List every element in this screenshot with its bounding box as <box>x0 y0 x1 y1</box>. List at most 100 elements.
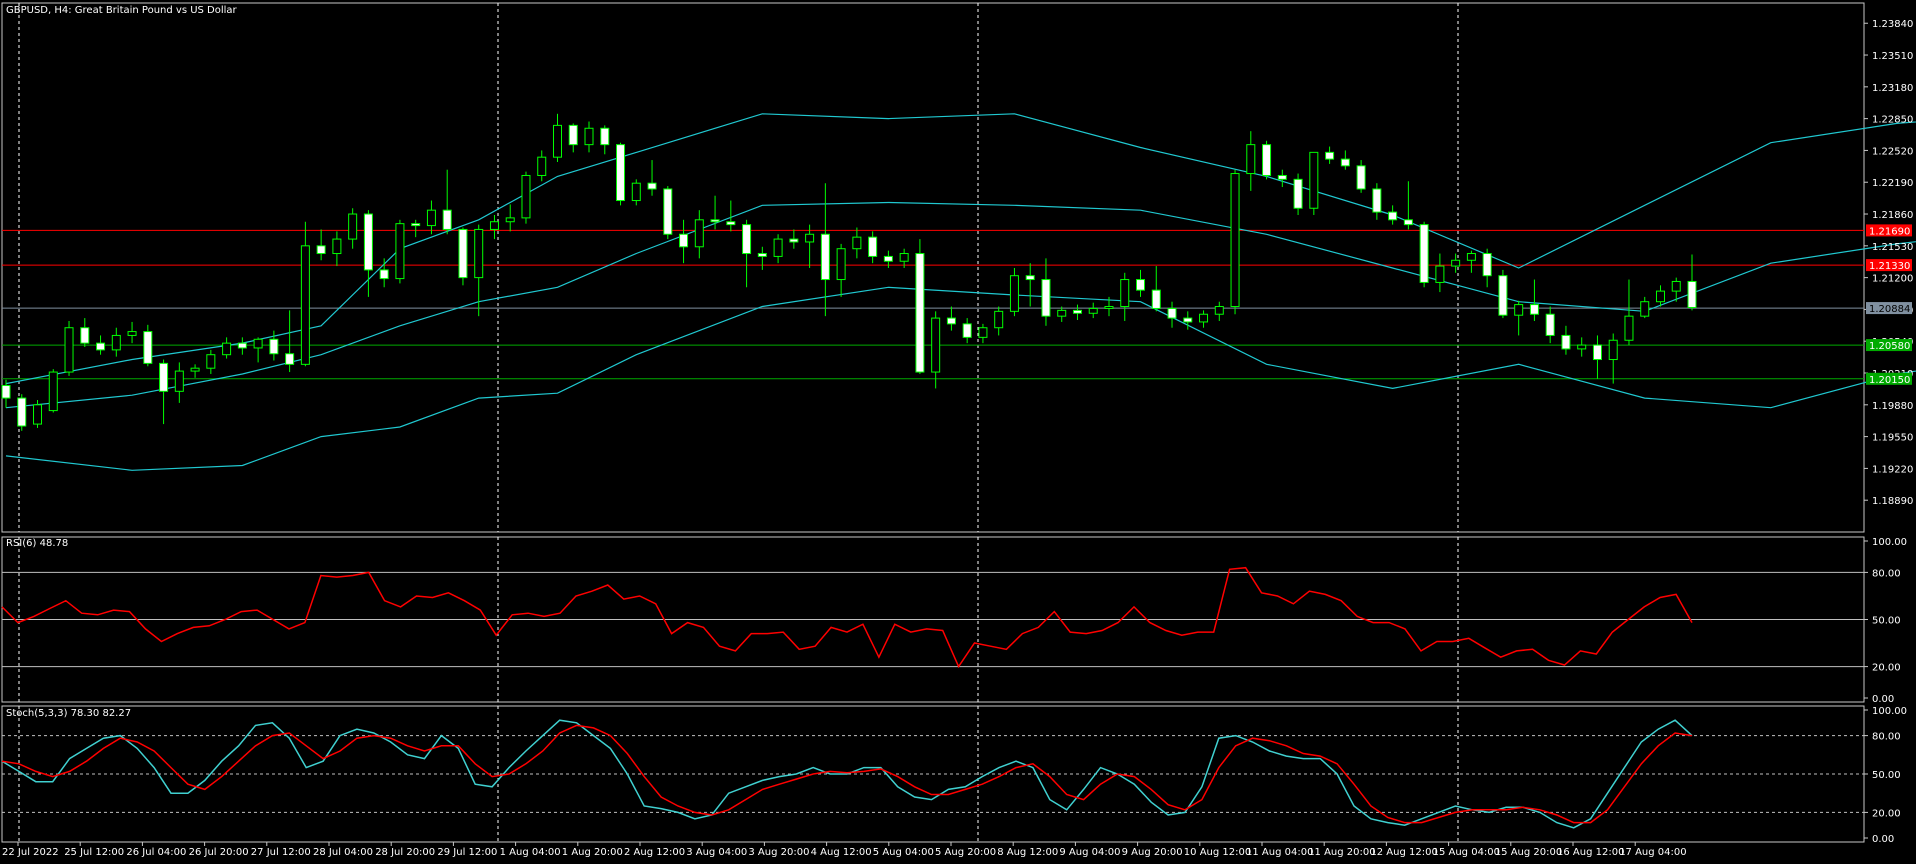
candle-bullish[interactable] <box>64 327 74 373</box>
candle-bearish[interactable] <box>946 317 956 325</box>
candle-bullish[interactable] <box>1120 279 1130 308</box>
candle-bearish[interactable] <box>17 397 27 427</box>
candle-bullish[interactable] <box>694 219 704 248</box>
candle-bearish[interactable] <box>726 221 736 226</box>
candle-bullish[interactable] <box>190 367 200 372</box>
candle-bullish[interactable] <box>300 245 310 365</box>
candle-bullish[interactable] <box>48 371 58 412</box>
trading-chart-window[interactable]: 1.23840 1.23510 1.23180 1.22850 1.22520 1.221… <box>0 0 1916 860</box>
candle-bullish[interactable] <box>332 238 342 255</box>
candle-bearish[interactable] <box>616 144 626 202</box>
candle-bullish[interactable] <box>505 217 515 223</box>
candle-bearish[interactable] <box>1072 309 1082 314</box>
candle-bullish[interactable] <box>978 327 988 338</box>
candle-bullish[interactable] <box>994 310 1004 329</box>
candle-bearish[interactable] <box>1183 317 1193 323</box>
candle-bearish[interactable] <box>80 327 90 344</box>
candle-bearish[interactable] <box>1167 307 1177 319</box>
candle-bullish[interactable] <box>1230 173 1240 308</box>
candle-bullish[interactable] <box>395 223 405 280</box>
candle-bearish[interactable] <box>1293 178 1303 209</box>
candle-bullish[interactable] <box>1640 301 1650 317</box>
candle-bearish[interactable] <box>1262 144 1272 176</box>
candle-bullish[interactable] <box>127 331 137 336</box>
candle-bearish[interactable] <box>269 338 279 355</box>
candle-bullish[interactable] <box>1246 144 1256 175</box>
candle-bullish[interactable] <box>222 342 232 356</box>
candle-bullish[interactable] <box>931 317 941 373</box>
candle-bearish[interactable] <box>316 245 326 255</box>
candle-bearish[interactable] <box>915 253 925 373</box>
candle-bullish[interactable] <box>1466 253 1476 261</box>
candle-bearish[interactable] <box>1 385 11 399</box>
candle-bullish[interactable] <box>174 370 184 392</box>
chart-canvas[interactable]: 1.23840 1.23510 1.23180 1.22850 1.22520 1.221… <box>0 0 1916 860</box>
candle-bullish[interactable] <box>1671 280 1681 292</box>
candle-bullish[interactable] <box>552 124 562 158</box>
candle-bearish[interactable] <box>363 213 373 271</box>
candle-bearish[interactable] <box>96 342 106 351</box>
candle-bullish[interactable] <box>426 209 436 227</box>
candle-bullish[interactable] <box>1655 290 1665 303</box>
candle-bullish[interactable] <box>111 334 121 351</box>
candle-bearish[interactable] <box>1482 253 1492 277</box>
candle-bearish[interactable] <box>568 124 578 146</box>
candle-bearish[interactable] <box>1687 280 1697 308</box>
candle-bearish[interactable] <box>1041 279 1051 317</box>
candle-bullish[interactable] <box>1624 315 1634 341</box>
candle-bearish[interactable] <box>1372 188 1382 213</box>
candle-bullish[interactable] <box>1009 275 1019 312</box>
candle-bullish[interactable] <box>206 354 216 369</box>
candle-bearish[interactable] <box>710 219 720 223</box>
candle-bullish[interactable] <box>1057 309 1067 317</box>
candle-bullish[interactable] <box>537 156 547 176</box>
candle-bullish[interactable] <box>1088 307 1098 314</box>
candle-bearish[interactable] <box>1545 313 1555 336</box>
candle-bearish[interactable] <box>663 188 673 235</box>
candle-bearish[interactable] <box>143 331 153 364</box>
candle-bullish[interactable] <box>631 182 641 202</box>
candle-bullish[interactable] <box>1309 151 1319 209</box>
candle-bearish[interactable] <box>237 342 247 349</box>
candle-bullish[interactable] <box>474 228 484 279</box>
candle-bearish[interactable] <box>1403 219 1413 226</box>
candle-bearish[interactable] <box>442 209 452 230</box>
candle-bearish[interactable] <box>1498 275 1508 316</box>
candle-bullish[interactable] <box>1577 344 1587 350</box>
candle-bearish[interactable] <box>757 253 767 257</box>
candle-bearish[interactable] <box>600 127 610 146</box>
candle-bearish[interactable] <box>1561 334 1571 350</box>
candle-bearish[interactable] <box>742 224 752 255</box>
candle-bullish[interactable] <box>521 174 531 219</box>
candle-bullish[interactable] <box>1104 306 1114 309</box>
candle-bullish[interactable] <box>836 248 846 281</box>
candle-bearish[interactable] <box>1388 211 1398 221</box>
candle-bearish[interactable] <box>1592 344 1602 361</box>
candle-bullish[interactable] <box>33 404 43 425</box>
candle-bearish[interactable] <box>379 269 389 280</box>
candle-bearish[interactable] <box>647 182 657 190</box>
candle-bearish[interactable] <box>411 223 421 227</box>
candle-bearish[interactable] <box>1356 165 1366 190</box>
candle-bullish[interactable] <box>1214 306 1224 315</box>
candle-bullish[interactable] <box>852 236 862 250</box>
candle-bearish[interactable] <box>1136 279 1146 291</box>
candle-bullish[interactable] <box>1199 313 1209 323</box>
candle-bullish[interactable] <box>1514 304 1524 316</box>
candle-bullish[interactable] <box>1435 265 1445 283</box>
candle-bearish[interactable] <box>820 233 830 281</box>
candle-bearish[interactable] <box>1277 174 1287 180</box>
candle-bearish[interactable] <box>789 238 799 243</box>
candle-bullish[interactable] <box>899 253 909 262</box>
candle-bullish[interactable] <box>805 233 815 243</box>
candle-bullish[interactable] <box>1608 339 1618 361</box>
candle-bearish[interactable] <box>458 228 468 279</box>
candle-bullish[interactable] <box>253 338 263 349</box>
candle-bearish[interactable] <box>962 323 972 338</box>
candle-bearish[interactable] <box>1340 158 1350 167</box>
candle-bearish[interactable] <box>1025 275 1035 281</box>
candle-bearish[interactable] <box>883 255 893 262</box>
candle-bullish[interactable] <box>348 213 358 240</box>
candle-bearish[interactable] <box>1325 151 1335 160</box>
candle-bullish[interactable] <box>1451 259 1461 267</box>
